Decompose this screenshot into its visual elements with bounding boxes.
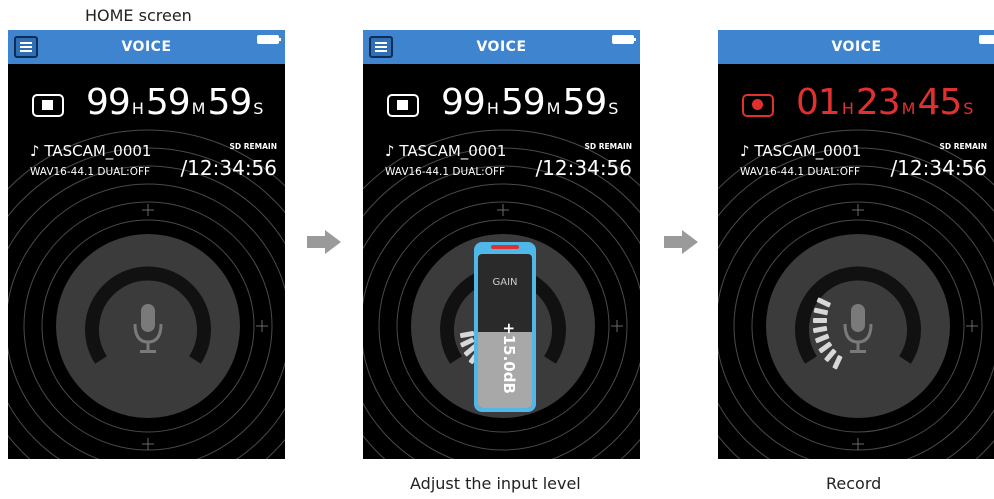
level-rings-background [8, 129, 285, 459]
sd-remain-label: SD REMAIN [584, 142, 632, 151]
time-counter: 99 H59 M59 S [441, 82, 619, 123]
top-bar: VOICE [8, 30, 285, 64]
sd-remain-time: /12:34:56 [180, 156, 277, 180]
file-name: ♪ TASCAM_0001 [385, 142, 507, 160]
device-screen-record: VOICE 01 H23 M45 S ♪ TASCAM_0001 WAV16-44.1… [718, 30, 994, 459]
gain-peak-indicator [491, 245, 519, 249]
device-screen-adjust: VOICE 99 H59 M59 S ♪ TASCAM_0001 WAV16-44.1… [363, 30, 640, 459]
battery-icon [257, 35, 281, 44]
sd-remain-label: SD REMAIN [229, 142, 277, 151]
time-counter: 99 H59 M59 S [86, 82, 264, 123]
level-rings-background [718, 129, 994, 459]
top-bar: VOICE [718, 30, 994, 64]
record-indicator [742, 94, 774, 117]
arrow-right-icon [664, 230, 698, 254]
caption-home-screen: HOME screen [85, 6, 192, 25]
stop-indicator [387, 94, 419, 117]
screen-title: VOICE [476, 39, 527, 55]
top-bar: VOICE [363, 30, 640, 64]
recording-format: WAV16-44.1 DUAL:OFF [740, 166, 861, 178]
file-name: ♪ TASCAM_0001 [740, 142, 862, 160]
gain-label: GAIN [492, 277, 518, 288]
sd-remain-time: /12:34:56 [535, 156, 632, 180]
sd-remain-time: /12:34:56 [890, 156, 987, 180]
screen-title: VOICE [831, 39, 882, 55]
battery-icon [612, 35, 636, 44]
sd-remain-label: SD REMAIN [939, 142, 987, 151]
gain-track[interactable]: GAIN +15.0dB [478, 254, 532, 408]
battery-icon [979, 35, 994, 44]
arrow-right-icon [307, 230, 341, 254]
gain-value: +15.0dB [500, 322, 518, 394]
device-screen-home: VOICE 99 H59 M59 S ♪ TASCAM_0001 WAV16-44.1… [8, 30, 285, 459]
caption-record: Record [826, 474, 882, 493]
time-counter: 01 H23 M45 S [796, 82, 974, 123]
caption-adjust-input-level: Adjust the input level [410, 474, 581, 493]
screen-title: VOICE [121, 39, 172, 55]
recording-format: WAV16-44.1 DUAL:OFF [30, 166, 151, 178]
file-name: ♪ TASCAM_0001 [30, 142, 152, 160]
stop-indicator [32, 94, 64, 117]
gain-slider[interactable]: GAIN +15.0dB [474, 242, 536, 412]
recording-format: WAV16-44.1 DUAL:OFF [385, 166, 506, 178]
